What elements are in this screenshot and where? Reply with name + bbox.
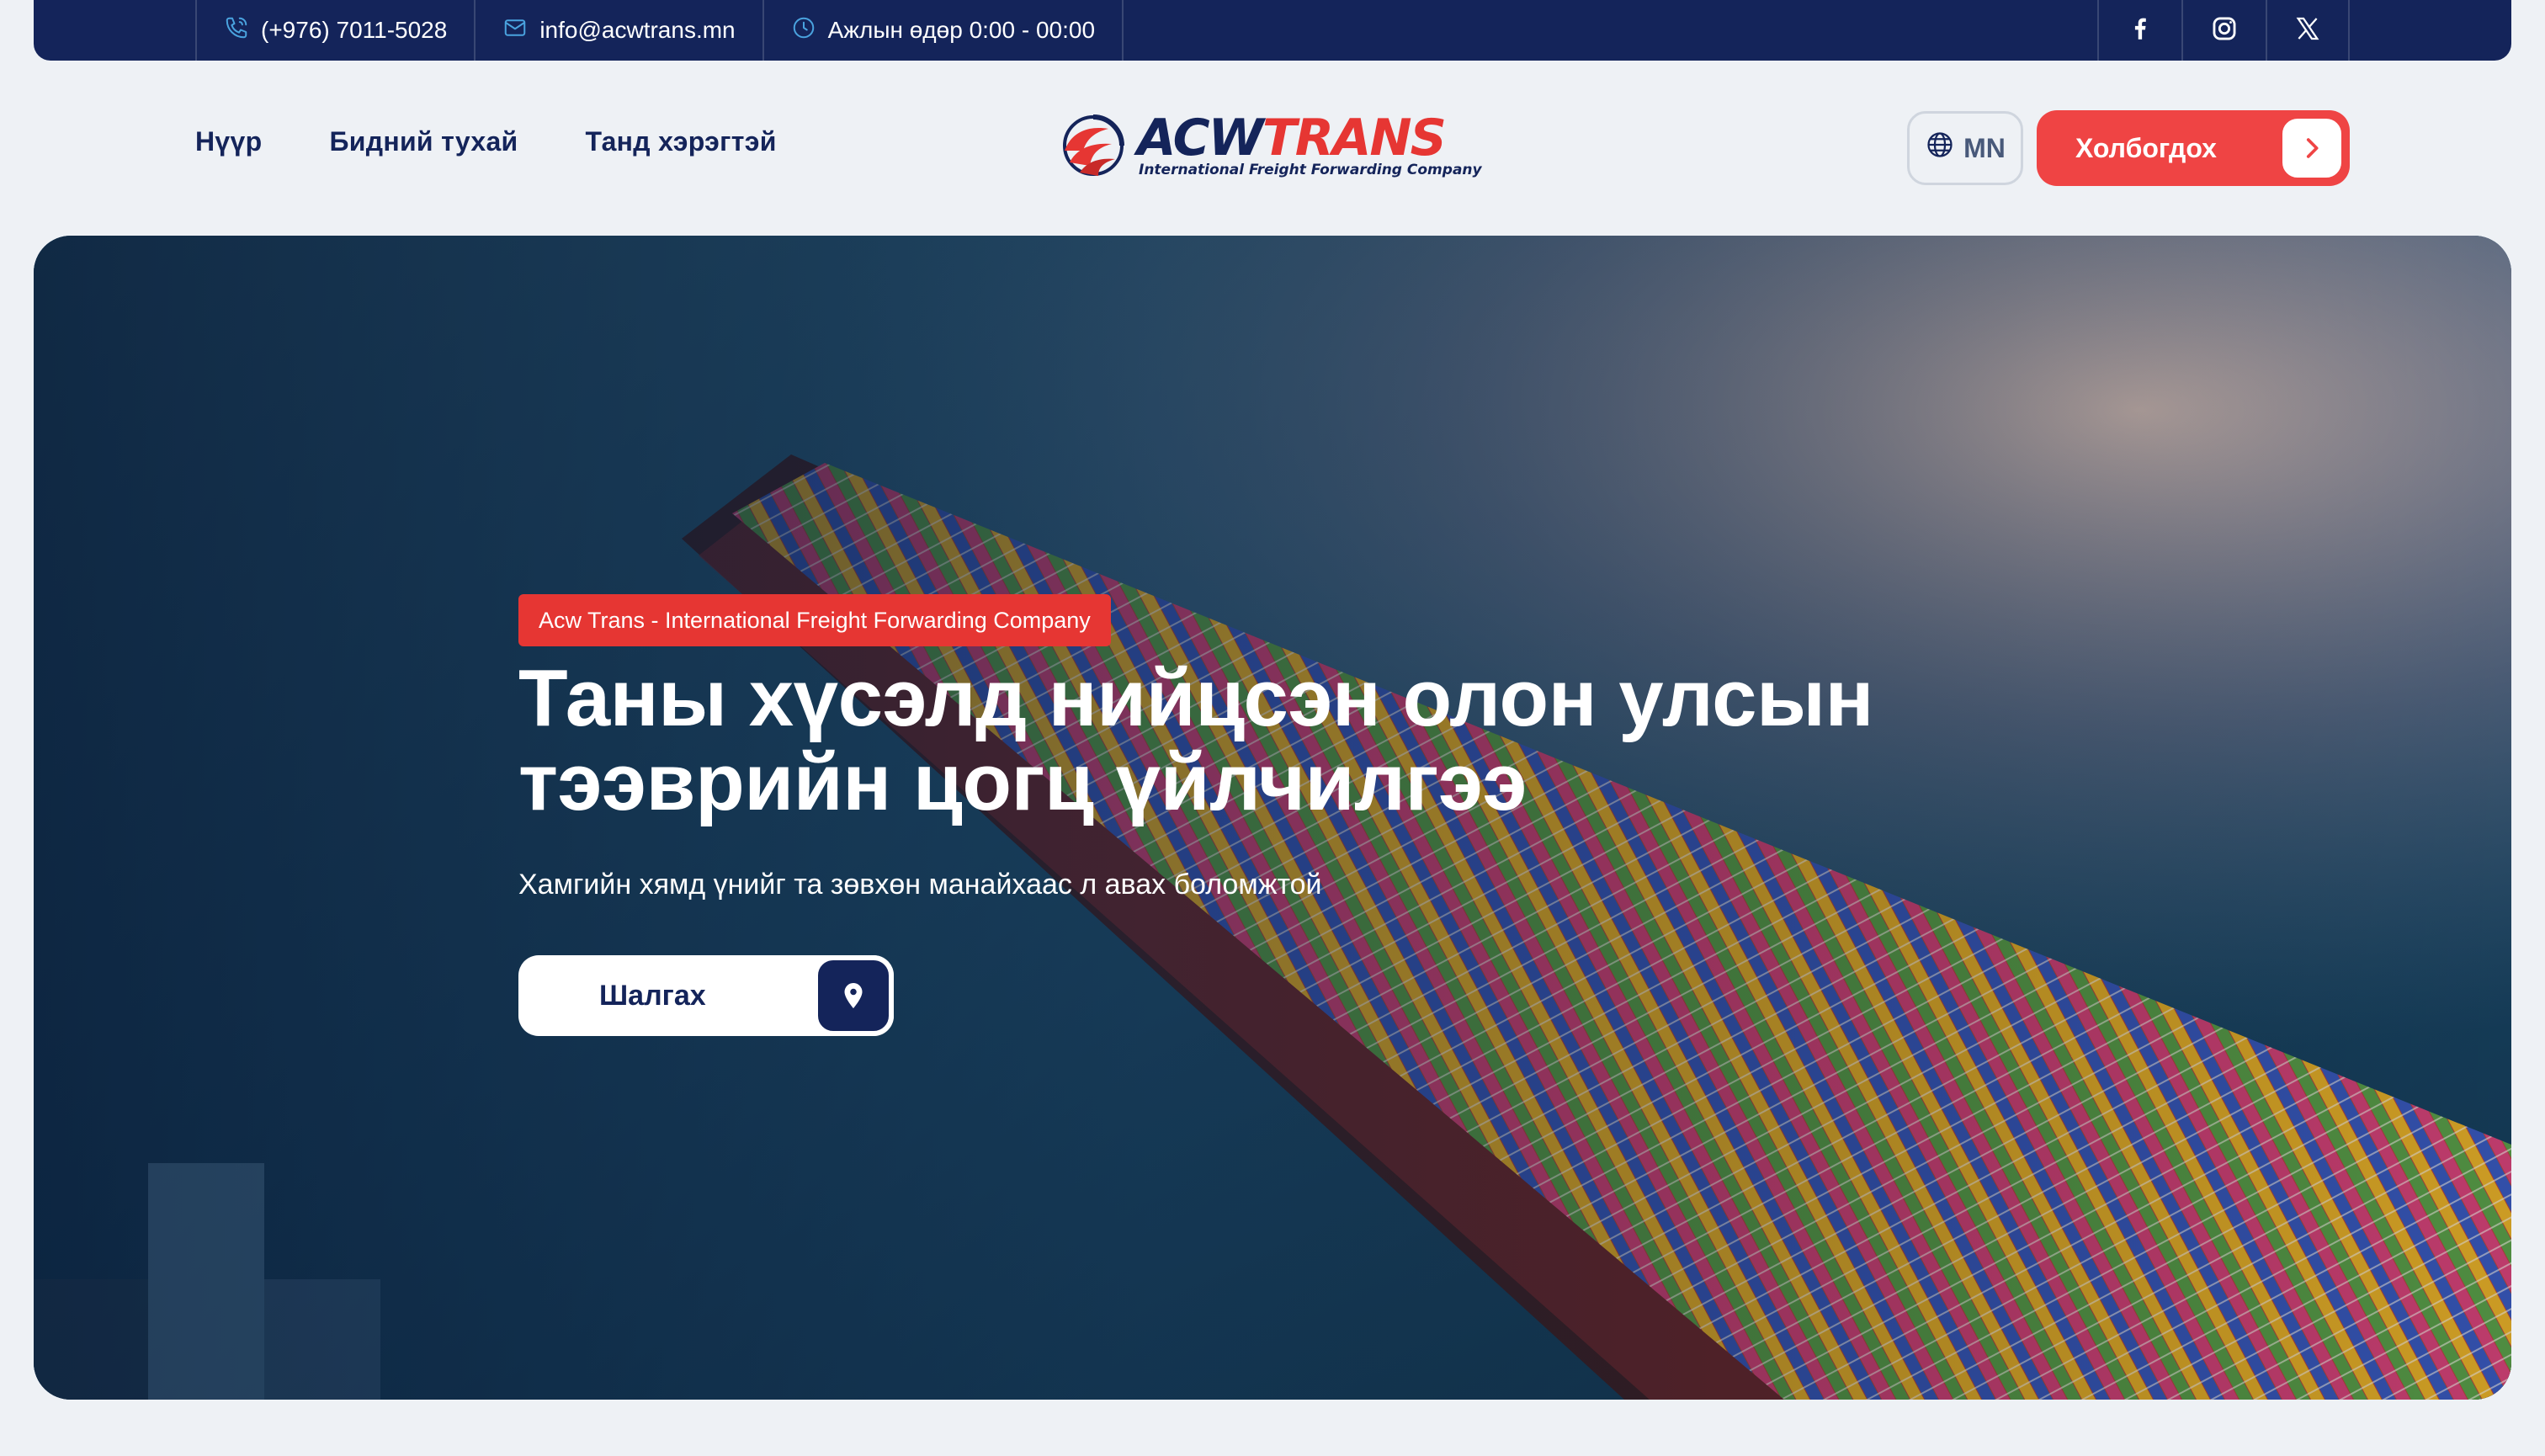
hero-title-line-1: Таны хүсэлд нийцсэн олон улсын: [518, 653, 1873, 743]
contact-button-label: Холбогдох: [2075, 132, 2217, 163]
contact-button[interactable]: Холбогдох: [2037, 110, 2350, 186]
email-link[interactable]: info@acwtrans.mn: [474, 0, 762, 61]
check-button[interactable]: Шалгах: [518, 955, 894, 1036]
page: (+976) 7011-5028 info@acwtrans.mn Ажлын …: [0, 0, 2545, 1456]
hours-text: Ажлын өдөр 0:00 - 00:00: [827, 17, 1096, 43]
email-text: info@acwtrans.mn: [539, 17, 736, 43]
hero-subtitle: Хамгийн хямд үнийг та зөвхөн манайхаас л…: [518, 869, 1322, 901]
brand-logo[interactable]: ACWTRANS International Freight Forwardin…: [1056, 106, 1494, 187]
chevron-right-icon: [2279, 115, 2345, 181]
logo-tagline: International Freight Forwarding Company: [1139, 162, 1482, 178]
decor-square: [34, 1279, 148, 1400]
phone-text: (+976) 7011-5028: [261, 17, 448, 43]
working-hours: Ажлын өдөр 0:00 - 00:00: [762, 0, 1124, 61]
language-selector[interactable]: MN: [1907, 111, 2023, 185]
phone-icon: [224, 15, 249, 46]
map-pin-icon: [813, 955, 894, 1036]
logo-text: ACWTRANS International Freight Forwardin…: [1137, 113, 1482, 178]
facebook-icon: [2126, 14, 2154, 47]
logo-wordmark: ACWTRANS: [1137, 113, 1482, 163]
hero-banner: Acw Trans - International Freight Forwar…: [34, 236, 2511, 1400]
x-link[interactable]: [2266, 0, 2350, 61]
nav-item-about[interactable]: Бидний тухай: [329, 126, 518, 157]
decor-square: [264, 1279, 380, 1400]
mail-icon: [502, 15, 528, 46]
social-links: [2097, 0, 2350, 61]
check-button-label: Шалгах: [599, 979, 706, 1012]
instagram-link[interactable]: [2181, 0, 2266, 61]
x-icon: [2293, 14, 2322, 47]
logo-word-acw: ACW: [1137, 109, 1264, 167]
decor-square: [148, 1163, 264, 1279]
instagram-icon: [2210, 14, 2239, 47]
facebook-link[interactable]: [2097, 0, 2181, 61]
hero-title: Таны хүсэлд нийцсэн олон улсын тээврийн …: [518, 656, 2117, 825]
top-info-bar: (+976) 7011-5028 info@acwtrans.mn Ажлын …: [34, 0, 2511, 61]
nav-item-home[interactable]: Нүүр: [195, 126, 262, 157]
globe-icon: [1925, 130, 1955, 167]
logo-word-trans: TRANS: [1262, 109, 1447, 167]
decor-square: [148, 1279, 264, 1400]
hero-tag-badge: Acw Trans - International Freight Forwar…: [518, 594, 1111, 646]
phone-link[interactable]: (+976) 7011-5028: [195, 0, 474, 61]
logo-emblem-icon: [1056, 107, 1132, 187]
hero-title-line-2: тээврийн цогц үйлчилгээ: [518, 737, 1527, 827]
contact-info: (+976) 7011-5028 info@acwtrans.mn Ажлын …: [195, 0, 1124, 61]
nav-item-services[interactable]: Танд хэрэгтэй: [586, 126, 777, 157]
main-navigation: Нүүр Бидний тухай Танд хэрэгтэй: [195, 126, 777, 157]
language-code: MN: [1963, 132, 2006, 163]
clock-icon: [791, 15, 816, 46]
